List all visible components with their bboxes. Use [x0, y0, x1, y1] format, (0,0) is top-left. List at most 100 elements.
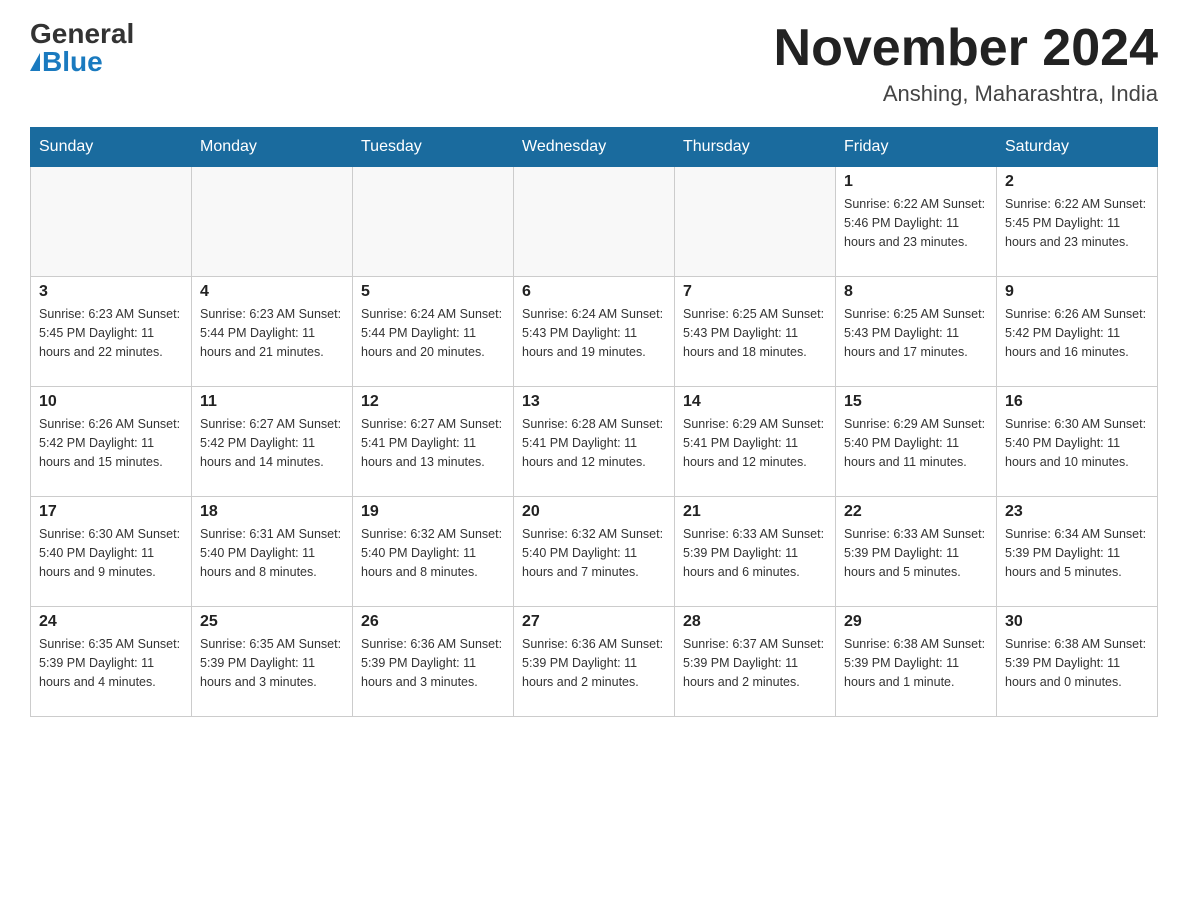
logo-blue-text: Blue — [30, 48, 103, 76]
calendar-cell: 2 Sunrise: 6:22 AM Sunset: 5:45 PM Daylig… — [997, 167, 1158, 277]
calendar-cell: 30 Sunrise: 6:38 AM Sunset: 5:39 PM Dayli… — [997, 607, 1158, 717]
month-title: November 2024 — [774, 20, 1158, 77]
calendar-cell — [353, 167, 514, 277]
day-number: 4 — [200, 283, 344, 301]
day-info: Sunrise: 6:29 AM Sunset: 5:40 PM Dayligh… — [844, 415, 988, 471]
day-number: 15 — [844, 393, 988, 411]
day-info: Sunrise: 6:27 AM Sunset: 5:42 PM Dayligh… — [200, 415, 344, 471]
day-info: Sunrise: 6:27 AM Sunset: 5:41 PM Dayligh… — [361, 415, 505, 471]
day-number: 16 — [1005, 393, 1149, 411]
calendar-cell: 20 Sunrise: 6:32 AM Sunset: 5:40 PM Dayli… — [514, 497, 675, 607]
column-header-friday: Friday — [836, 128, 997, 167]
calendar-cell: 4 Sunrise: 6:23 AM Sunset: 5:44 PM Daylig… — [192, 277, 353, 387]
day-info: Sunrise: 6:25 AM Sunset: 5:43 PM Dayligh… — [844, 305, 988, 361]
day-info: Sunrise: 6:22 AM Sunset: 5:45 PM Dayligh… — [1005, 195, 1149, 251]
calendar-week-row: 17Sunrise: 6:30 AM Sunset: 5:40 PM Dayli… — [31, 497, 1158, 607]
calendar-week-row: 24 Sunrise: 6:35 AM Sunset: 5:39 PM Dayli… — [31, 607, 1158, 717]
day-number: 26 — [361, 613, 505, 631]
column-header-tuesday: Tuesday — [353, 128, 514, 167]
day-number: 6 — [522, 283, 666, 301]
day-number: 11 — [200, 393, 344, 411]
day-number: 20 — [522, 503, 666, 521]
day-info: Sunrise: 6:24 AM Sunset: 5:43 PM Dayligh… — [522, 305, 666, 361]
calendar-cell: 17Sunrise: 6:30 AM Sunset: 5:40 PM Dayli… — [31, 497, 192, 607]
calendar-cell: 8 Sunrise: 6:25 AM Sunset: 5:43 PM Daylig… — [836, 277, 997, 387]
calendar-cell: 24 Sunrise: 6:35 AM Sunset: 5:39 PM Dayli… — [31, 607, 192, 717]
day-info: Sunrise: 6:38 AM Sunset: 5:39 PM Dayligh… — [1005, 635, 1149, 691]
location-title: Anshing, Maharashtra, India — [774, 81, 1158, 107]
calendar-cell: 13 Sunrise: 6:28 AM Sunset: 5:41 PM Dayli… — [514, 387, 675, 497]
day-info: Sunrise: 6:35 AM Sunset: 5:39 PM Dayligh… — [39, 635, 183, 691]
calendar-cell: 14 Sunrise: 6:29 AM Sunset: 5:41 PM Dayli… — [675, 387, 836, 497]
calendar-cell: 10Sunrise: 6:26 AM Sunset: 5:42 PM Dayli… — [31, 387, 192, 497]
calendar-cell — [514, 167, 675, 277]
day-info: Sunrise: 6:32 AM Sunset: 5:40 PM Dayligh… — [522, 525, 666, 581]
day-info: Sunrise: 6:26 AM Sunset: 5:42 PM Dayligh… — [39, 415, 183, 471]
day-info: Sunrise: 6:23 AM Sunset: 5:44 PM Dayligh… — [200, 305, 344, 361]
day-info: Sunrise: 6:29 AM Sunset: 5:41 PM Dayligh… — [683, 415, 827, 471]
calendar-cell: 25Sunrise: 6:35 AM Sunset: 5:39 PM Dayli… — [192, 607, 353, 717]
calendar-cell: 11 Sunrise: 6:27 AM Sunset: 5:42 PM Dayli… — [192, 387, 353, 497]
calendar-cell: 26 Sunrise: 6:36 AM Sunset: 5:39 PM Dayli… — [353, 607, 514, 717]
day-number: 14 — [683, 393, 827, 411]
logo-triangle-icon — [30, 53, 40, 71]
day-number: 19 — [361, 503, 505, 521]
day-number: 29 — [844, 613, 988, 631]
day-number: 17 — [39, 503, 183, 521]
calendar-cell: 15 Sunrise: 6:29 AM Sunset: 5:40 PM Dayli… — [836, 387, 997, 497]
day-info: Sunrise: 6:33 AM Sunset: 5:39 PM Dayligh… — [683, 525, 827, 581]
day-info: Sunrise: 6:22 AM Sunset: 5:46 PM Dayligh… — [844, 195, 988, 251]
calendar-cell: 9 Sunrise: 6:26 AM Sunset: 5:42 PM Daylig… — [997, 277, 1158, 387]
day-info: Sunrise: 6:28 AM Sunset: 5:41 PM Dayligh… — [522, 415, 666, 471]
logo-general-text: General — [30, 20, 134, 48]
day-number: 8 — [844, 283, 988, 301]
day-number: 25 — [200, 613, 344, 631]
header: General Blue November 2024 Anshing, Maha… — [30, 20, 1158, 107]
calendar-cell: 12 Sunrise: 6:27 AM Sunset: 5:41 PM Dayli… — [353, 387, 514, 497]
day-number: 24 — [39, 613, 183, 631]
day-number: 21 — [683, 503, 827, 521]
calendar-cell: 19 Sunrise: 6:32 AM Sunset: 5:40 PM Dayli… — [353, 497, 514, 607]
day-number: 23 — [1005, 503, 1149, 521]
calendar-cell: 6 Sunrise: 6:24 AM Sunset: 5:43 PM Daylig… — [514, 277, 675, 387]
day-info: Sunrise: 6:25 AM Sunset: 5:43 PM Dayligh… — [683, 305, 827, 361]
day-info: Sunrise: 6:38 AM Sunset: 5:39 PM Dayligh… — [844, 635, 988, 691]
calendar-cell: 23Sunrise: 6:34 AM Sunset: 5:39 PM Dayli… — [997, 497, 1158, 607]
day-number: 3 — [39, 283, 183, 301]
calendar-week-row: 3Sunrise: 6:23 AM Sunset: 5:45 PM Daylig… — [31, 277, 1158, 387]
calendar-cell: 16 Sunrise: 6:30 AM Sunset: 5:40 PM Dayli… — [997, 387, 1158, 497]
column-header-monday: Monday — [192, 128, 353, 167]
day-info: Sunrise: 6:31 AM Sunset: 5:40 PM Dayligh… — [200, 525, 344, 581]
calendar-cell — [31, 167, 192, 277]
day-number: 22 — [844, 503, 988, 521]
calendar-week-row: 1Sunrise: 6:22 AM Sunset: 5:46 PM Daylig… — [31, 167, 1158, 277]
day-info: Sunrise: 6:36 AM Sunset: 5:39 PM Dayligh… — [522, 635, 666, 691]
calendar-cell — [675, 167, 836, 277]
calendar-table: SundayMondayTuesdayWednesdayThursdayFrid… — [30, 127, 1158, 717]
day-info: Sunrise: 6:24 AM Sunset: 5:44 PM Dayligh… — [361, 305, 505, 361]
calendar-cell: 27Sunrise: 6:36 AM Sunset: 5:39 PM Dayli… — [514, 607, 675, 717]
column-header-thursday: Thursday — [675, 128, 836, 167]
day-number: 13 — [522, 393, 666, 411]
column-header-wednesday: Wednesday — [514, 128, 675, 167]
calendar-cell: 1Sunrise: 6:22 AM Sunset: 5:46 PM Daylig… — [836, 167, 997, 277]
calendar-cell: 7 Sunrise: 6:25 AM Sunset: 5:43 PM Daylig… — [675, 277, 836, 387]
calendar-cell: 29 Sunrise: 6:38 AM Sunset: 5:39 PM Dayli… — [836, 607, 997, 717]
calendar-cell: 3Sunrise: 6:23 AM Sunset: 5:45 PM Daylig… — [31, 277, 192, 387]
day-number: 7 — [683, 283, 827, 301]
day-number: 30 — [1005, 613, 1149, 631]
day-info: Sunrise: 6:26 AM Sunset: 5:42 PM Dayligh… — [1005, 305, 1149, 361]
day-number: 9 — [1005, 283, 1149, 301]
day-info: Sunrise: 6:36 AM Sunset: 5:39 PM Dayligh… — [361, 635, 505, 691]
logo: General Blue — [30, 20, 134, 76]
day-number: 12 — [361, 393, 505, 411]
day-info: Sunrise: 6:30 AM Sunset: 5:40 PM Dayligh… — [1005, 415, 1149, 471]
day-info: Sunrise: 6:32 AM Sunset: 5:40 PM Dayligh… — [361, 525, 505, 581]
day-info: Sunrise: 6:33 AM Sunset: 5:39 PM Dayligh… — [844, 525, 988, 581]
title-area: November 2024 Anshing, Maharashtra, Indi… — [774, 20, 1158, 107]
calendar-header-row: SundayMondayTuesdayWednesdayThursdayFrid… — [31, 128, 1158, 167]
calendar-cell: 21 Sunrise: 6:33 AM Sunset: 5:39 PM Dayli… — [675, 497, 836, 607]
day-number: 2 — [1005, 173, 1149, 191]
calendar-cell: 5Sunrise: 6:24 AM Sunset: 5:44 PM Daylig… — [353, 277, 514, 387]
calendar-week-row: 10Sunrise: 6:26 AM Sunset: 5:42 PM Dayli… — [31, 387, 1158, 497]
